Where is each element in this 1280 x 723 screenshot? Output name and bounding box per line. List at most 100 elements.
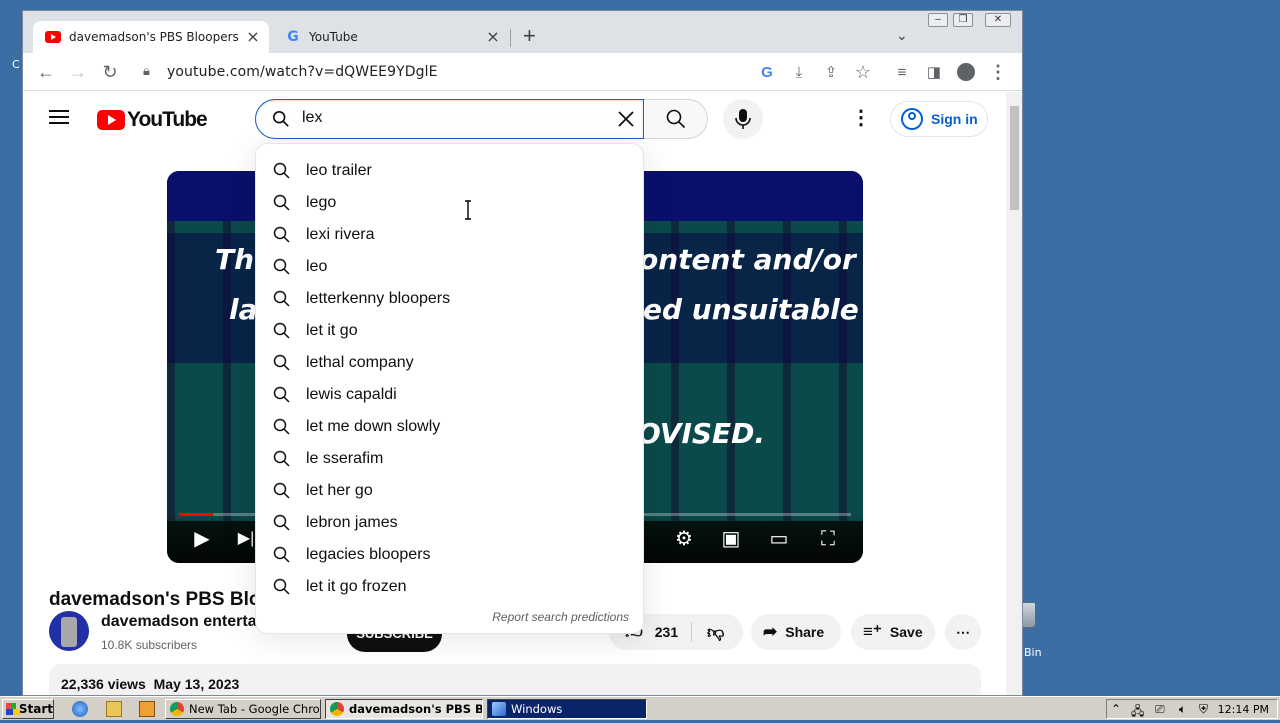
taskbar-item-youtube[interactable]: davemadson's PBS Bl... bbox=[325, 699, 483, 719]
address-bar[interactable]: 🔒︎ youtube.com/watch?v=dQWEE9YDglE bbox=[131, 57, 759, 87]
url-text[interactable]: youtube.com/watch?v=dQWEE9YDglE bbox=[167, 64, 438, 80]
miniplayer-icon[interactable]: ▣ bbox=[718, 527, 744, 551]
share-button[interactable]: ➦ Share bbox=[751, 614, 841, 650]
save-label: Save bbox=[889, 624, 923, 640]
search-suggestion-item[interactable]: let her go bbox=[256, 475, 643, 507]
share-page-icon[interactable]: ⇪ bbox=[818, 59, 844, 85]
google-favicon-icon: G bbox=[287, 29, 299, 45]
taskbar-item-new-tab[interactable]: New Tab - Google Chrome bbox=[165, 699, 321, 719]
report-search-predictions-link[interactable]: Report search predictions bbox=[492, 610, 629, 624]
tab-strip: davemadson's PBS Bloopers 46 - Yo × G Yo… bbox=[23, 11, 1022, 53]
video-overlay-text: OVISED. bbox=[637, 417, 766, 450]
lock-icon[interactable]: 🔒︎ bbox=[143, 63, 150, 79]
view-count: 22,336 views bbox=[61, 676, 146, 692]
youtube-page: YouTube ⋮ Sign in The ontent and/or la e… bbox=[23, 92, 1006, 695]
taskbar-item-windows[interactable]: Windows bbox=[487, 699, 647, 719]
google-lens-icon[interactable]: G bbox=[754, 59, 780, 85]
search-input[interactable] bbox=[302, 109, 602, 127]
new-tab-icon[interactable]: + bbox=[523, 25, 536, 47]
search-suggestion-item[interactable]: leo trailer bbox=[256, 155, 643, 187]
minimize-icon[interactable]: – bbox=[928, 13, 948, 27]
chrome-menu-icon[interactable]: ⋮ bbox=[985, 59, 1011, 85]
microphone-icon bbox=[735, 109, 751, 129]
search-suggestion-item[interactable]: lego bbox=[256, 187, 643, 219]
upload-date: May 13, 2023 bbox=[153, 676, 240, 692]
forward-icon[interactable]: → bbox=[65, 59, 91, 85]
restore-icon[interactable]: ❐ bbox=[953, 13, 973, 27]
reload-icon[interactable]: ↻ bbox=[97, 59, 123, 85]
channel-avatar[interactable] bbox=[49, 611, 89, 651]
sign-in-button[interactable]: Sign in bbox=[890, 101, 988, 137]
voice-search-button[interactable] bbox=[723, 99, 763, 139]
back-icon[interactable]: ← bbox=[33, 59, 59, 85]
volume-icon[interactable]: 🔈︎ bbox=[1179, 702, 1186, 717]
search-suggestion-item[interactable]: le sserafim bbox=[256, 443, 643, 475]
close-tab-icon[interactable]: × bbox=[485, 29, 501, 45]
scrollbar-thumb[interactable] bbox=[1010, 106, 1019, 210]
close-window-icon[interactable]: ✕ bbox=[985, 13, 1011, 27]
dislike-icon[interactable]: 👎︎ bbox=[707, 622, 724, 643]
security-icon[interactable]: ⛨ bbox=[1199, 702, 1208, 717]
player-settings-icon[interactable]: ⚙ bbox=[671, 527, 697, 551]
search-button-icon bbox=[666, 109, 686, 129]
tray-expand-icon[interactable]: ⌃ bbox=[1111, 702, 1121, 716]
start-button[interactable]: Start bbox=[2, 699, 54, 719]
search-suggestion-item[interactable]: lebron james bbox=[256, 507, 643, 539]
suggestion-search-icon bbox=[273, 482, 290, 499]
save-button[interactable]: ≡⁺ Save bbox=[851, 614, 935, 650]
tab-search-chevron-icon[interactable]: ⌄ bbox=[896, 27, 908, 44]
settings-menu-icon[interactable]: ⋮ bbox=[849, 108, 873, 129]
profile-icon[interactable] bbox=[953, 59, 979, 85]
clock[interactable]: 12:14 PM bbox=[1218, 703, 1269, 716]
channel-name[interactable]: davemadson entertai bbox=[101, 613, 261, 631]
suggestion-text: lewis capaldi bbox=[306, 386, 397, 403]
desktop-icon-label[interactable]: C bbox=[12, 58, 20, 71]
install-app-icon[interactable]: ⤓ bbox=[786, 59, 812, 85]
video-description[interactable]: 22,336 views May 13, 2023 bbox=[49, 664, 981, 695]
tab-title: davemadson's PBS Bloopers 46 - Yo bbox=[69, 30, 241, 44]
search-suggestion-item[interactable]: let it go bbox=[256, 315, 643, 347]
bookmark-star-icon[interactable]: ☆ bbox=[850, 59, 876, 85]
play-icon[interactable]: ▶ bbox=[189, 527, 215, 551]
search-suggestion-item[interactable]: let it go frozen bbox=[256, 571, 643, 603]
sign-in-label: Sign in bbox=[931, 111, 978, 127]
tab-youtube-video[interactable]: davemadson's PBS Bloopers 46 - Yo × bbox=[33, 21, 269, 53]
windows-app-icon bbox=[492, 702, 506, 716]
guide-menu-icon[interactable] bbox=[49, 110, 69, 124]
search-suggestion-item[interactable]: let me down slowly bbox=[256, 411, 643, 443]
page-scrollbar[interactable] bbox=[1006, 92, 1022, 695]
search-icon bbox=[272, 110, 289, 127]
search-suggestion-item[interactable]: letterkenny bloopers bbox=[256, 283, 643, 315]
more-actions-icon[interactable]: ⋯ bbox=[945, 614, 981, 650]
folder-icon[interactable] bbox=[106, 701, 122, 717]
search-suggestion-item[interactable]: lewis capaldi bbox=[256, 379, 643, 411]
tab-youtube[interactable]: G YouTube × bbox=[273, 21, 509, 53]
windows-flag-icon bbox=[6, 703, 20, 715]
tab-title: YouTube bbox=[309, 30, 358, 44]
close-tab-icon[interactable]: × bbox=[245, 29, 261, 45]
side-panel-icon[interactable]: ◨ bbox=[921, 59, 947, 85]
suggestion-text: lexi rivera bbox=[306, 226, 375, 243]
suggestion-text: le sserafim bbox=[306, 450, 384, 467]
media-control-icon[interactable]: ≡ bbox=[889, 59, 915, 85]
theater-mode-icon[interactable]: ▭ bbox=[766, 527, 792, 551]
search-button[interactable] bbox=[644, 99, 708, 139]
share-label: Share bbox=[785, 624, 825, 640]
internet-explorer-icon[interactable] bbox=[72, 701, 88, 717]
search-box[interactable] bbox=[255, 99, 644, 139]
search-suggestion-item[interactable]: lexi rivera bbox=[256, 219, 643, 251]
subscriber-count: 10.8K subscribers bbox=[101, 638, 198, 652]
like-count[interactable]: 231 bbox=[655, 624, 678, 640]
search-suggestion-item[interactable]: leo bbox=[256, 251, 643, 283]
search-suggestion-item[interactable]: legacies bloopers bbox=[256, 539, 643, 571]
task-label: davemadson's PBS Bl... bbox=[349, 702, 483, 716]
youtube-logo[interactable]: YouTube bbox=[97, 108, 208, 132]
recycle-bin-label[interactable]: Bin bbox=[1024, 646, 1042, 659]
usb-icon[interactable]: ⎚ bbox=[1155, 702, 1165, 717]
suggestion-search-icon bbox=[273, 578, 290, 595]
search-suggestion-item[interactable]: lethal company bbox=[256, 347, 643, 379]
clear-search-icon[interactable] bbox=[616, 109, 636, 129]
fullscreen-icon[interactable]: ⛶ bbox=[815, 527, 841, 551]
media-player-icon[interactable] bbox=[139, 701, 155, 717]
suggestion-text: legacies bloopers bbox=[306, 546, 431, 563]
